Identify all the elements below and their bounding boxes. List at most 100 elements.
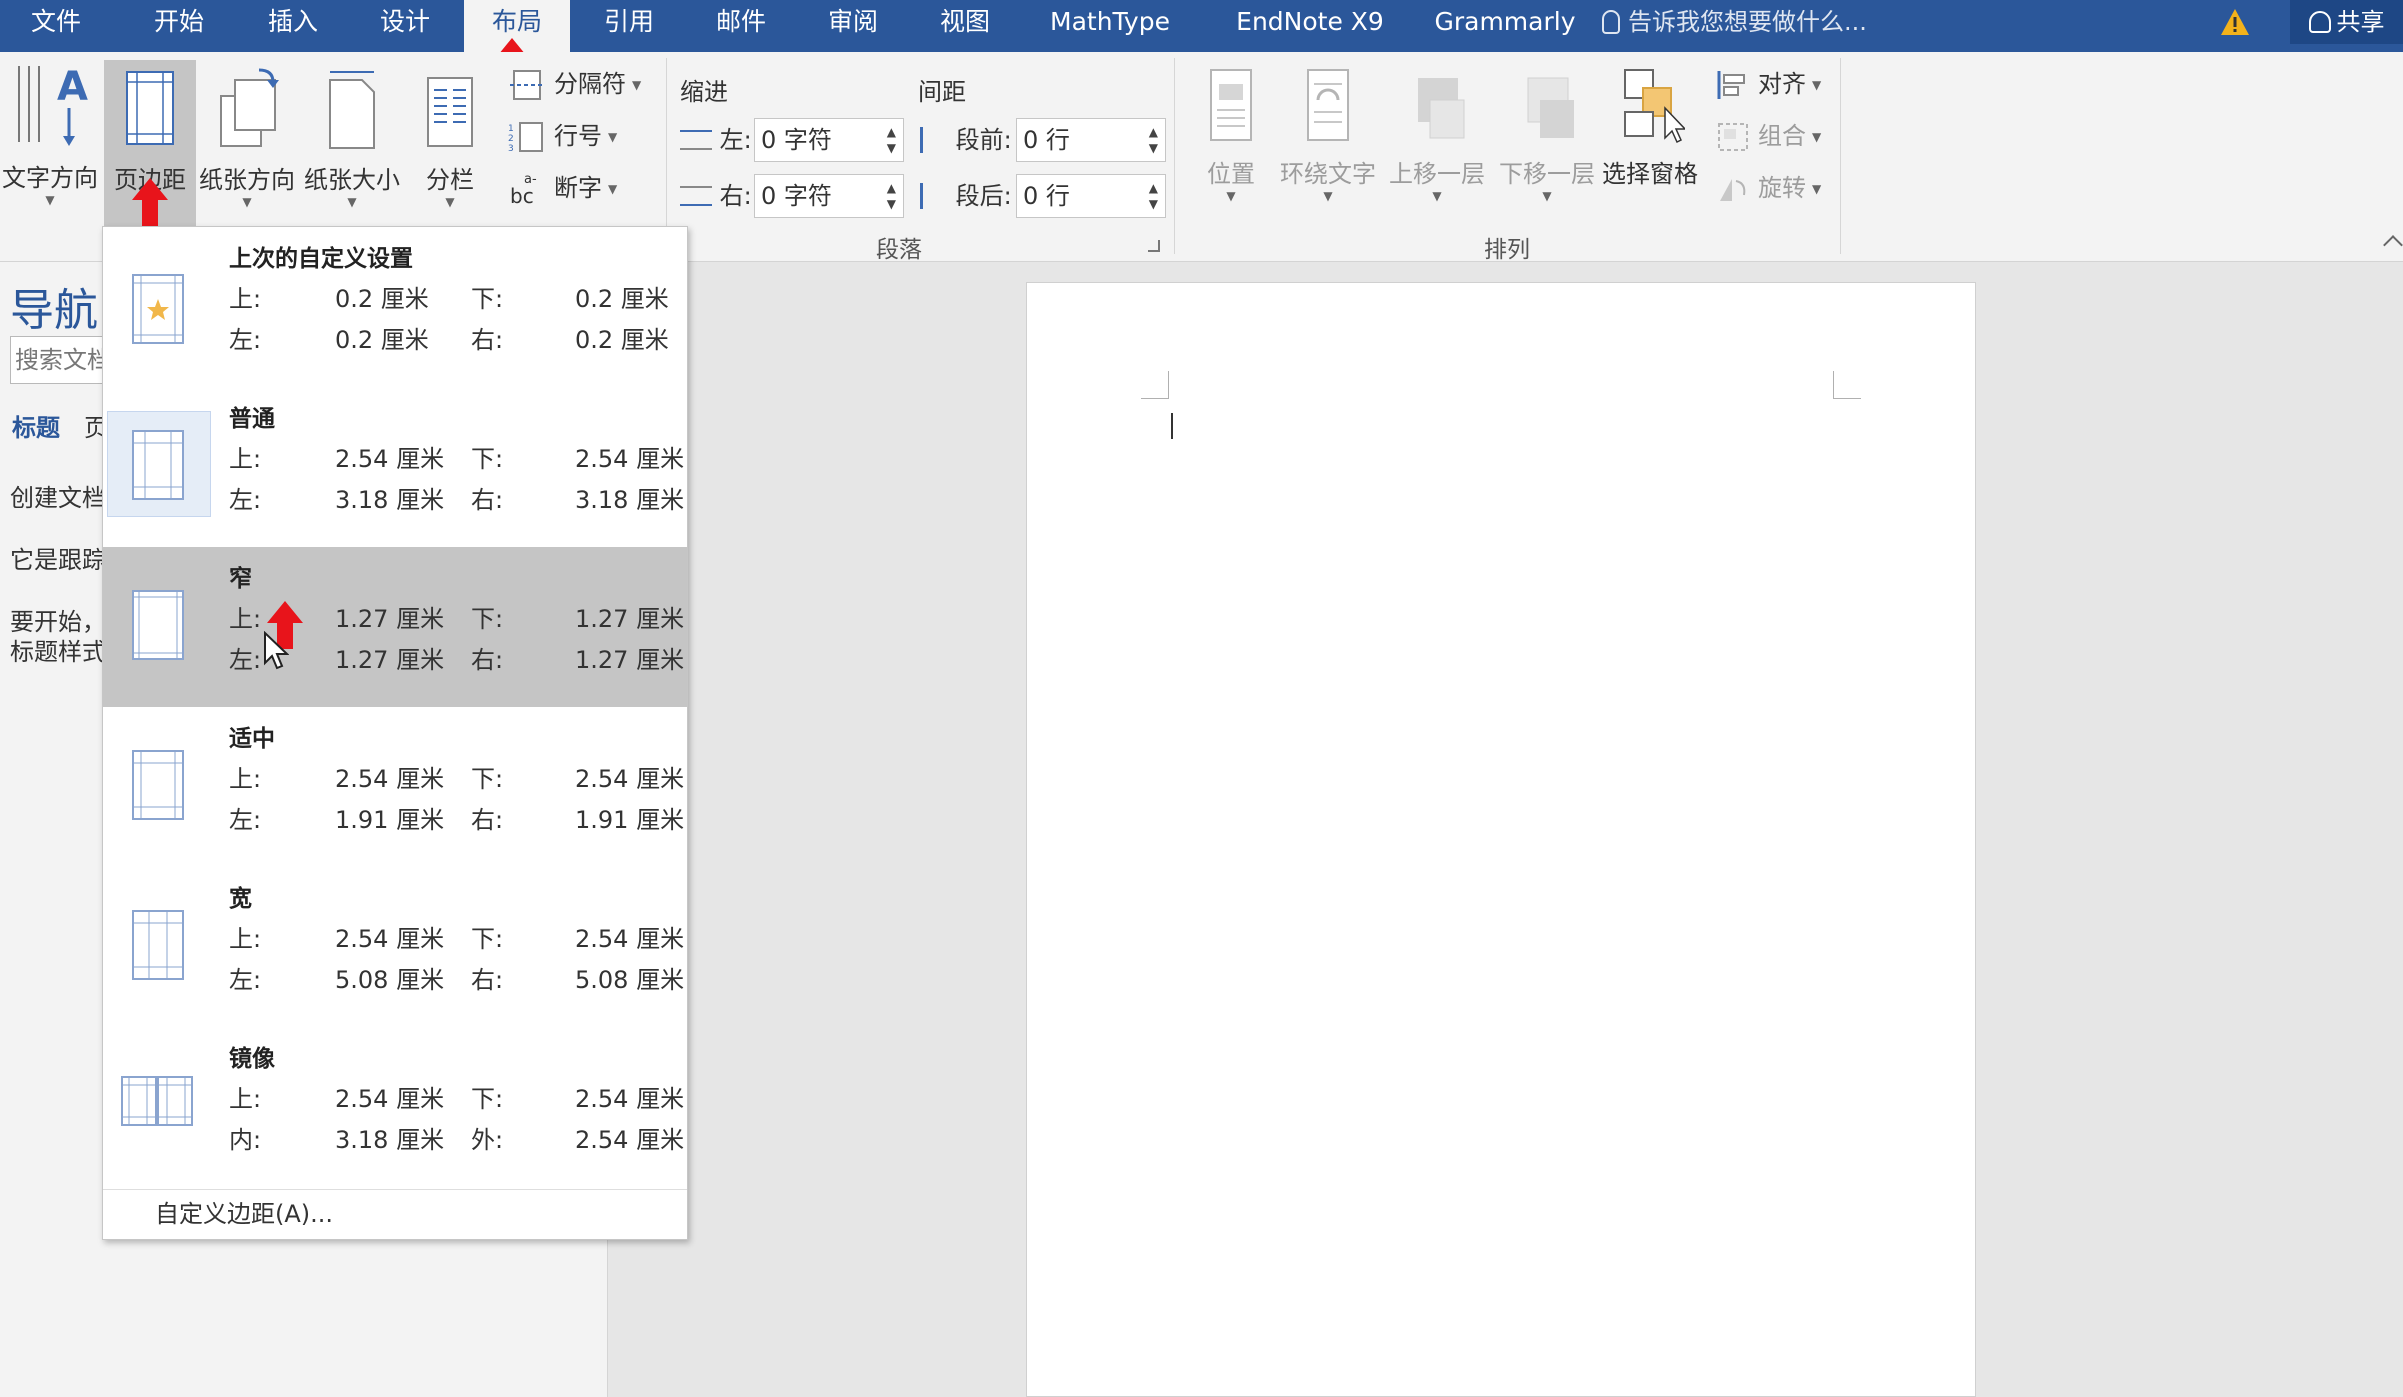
chevron-down-icon: ▼ [445, 195, 455, 209]
indent-left-field[interactable]: 左: 0 字符 ▲ ▼ [680, 118, 904, 162]
page-margins-icon [132, 910, 184, 980]
wrap-text-button[interactable]: 环绕文字 ▼ [1276, 64, 1380, 204]
chevron-down-icon: ▼ [632, 78, 642, 92]
custom-margins-menu-item[interactable]: 自定义边距(A)... [155, 1194, 333, 1229]
send-backward-button[interactable]: 下移一层 ▼ [1494, 64, 1600, 214]
page-break-icon [510, 70, 544, 100]
tab-grammarly[interactable]: Grammarly [1420, 0, 1590, 52]
left-label: 左: [229, 806, 262, 834]
document-page[interactable] [1026, 282, 1976, 1397]
selection-pane-button[interactable]: 选择窗格 [1600, 64, 1700, 204]
size-button[interactable]: 纸张大小 ▼ [300, 60, 404, 209]
line-numbers-icon: 123 [508, 122, 543, 153]
spinner-arrows-icon[interactable]: ▲ ▼ [1149, 180, 1158, 212]
svg-text:3: 3 [508, 144, 514, 153]
rotate-label: 旋转 [1758, 174, 1806, 202]
tab-mathtype[interactable]: MathType [1030, 0, 1190, 52]
align-button[interactable]: 对齐 ▼ [1716, 64, 1821, 104]
position-icon [1210, 69, 1252, 141]
nav-tab-headings[interactable]: 标题 [12, 408, 60, 443]
bottom-value: 2.54 厘米 [575, 1085, 685, 1113]
share-button[interactable]: 共享 [2290, 0, 2403, 44]
outside-value: 2.54 厘米 [575, 1126, 685, 1154]
inside-value: 3.18 厘米 [335, 1126, 445, 1154]
chevron-down-icon: ▼ [1812, 78, 1822, 92]
bottom-value: 2.54 厘米 [575, 765, 685, 793]
text-direction-button[interactable]: A 文字方向 ▼ [0, 56, 100, 207]
collapse-ribbon-icon[interactable] [2383, 235, 2403, 255]
text-cursor [1171, 413, 1173, 439]
top-value: 0.2 厘米 [335, 285, 429, 313]
orientation-button[interactable]: 纸张方向 ▼ [198, 60, 296, 209]
option-name: 普通 [229, 406, 275, 432]
warning-icon[interactable] [2220, 8, 2250, 36]
top-label: 上: [229, 925, 262, 953]
spinner-arrows-icon[interactable]: ▲ ▼ [887, 180, 896, 212]
tab-insert[interactable]: 插入 [240, 0, 346, 52]
spinner-arrows-icon[interactable]: ▲ ▼ [1149, 124, 1158, 156]
spinner-arrows-icon[interactable]: ▲ ▼ [887, 124, 896, 156]
columns-icon [427, 77, 473, 147]
margin-option-wide[interactable]: 宽 上: 2.54 厘米 下: 2.54 厘米 左: 5.08 厘米 右: 5.… [103, 867, 687, 1027]
menu-divider [103, 1189, 687, 1190]
margin-option-mirrored[interactable]: 镜像 上: 2.54 厘米 下: 2.54 厘米 内: 3.18 厘米 外: 2… [103, 1027, 687, 1187]
columns-button[interactable]: 分栏 ▼ [412, 60, 488, 209]
tab-mailings[interactable]: 邮件 [688, 0, 794, 52]
spacing-after-icon [920, 183, 948, 209]
rotate-button[interactable]: 旋转 ▼ [1716, 168, 1821, 208]
left-label: 左: [229, 646, 262, 674]
left-value: 0.2 厘米 [335, 326, 429, 354]
inside-label: 内: [229, 1126, 262, 1154]
tab-view[interactable]: 视图 [912, 0, 1018, 52]
bottom-value: 2.54 厘米 [575, 925, 685, 953]
right-label: 右: [471, 966, 504, 994]
spacing-before-field[interactable]: 段前: 0 行 ▲ ▼ [920, 118, 1166, 162]
tab-review[interactable]: 审阅 [800, 0, 906, 52]
left-label: 左: [229, 966, 262, 994]
right-label: 右: [471, 806, 504, 834]
chevron-down-icon: ▼ [45, 193, 55, 207]
bring-forward-label: 上移一层 [1389, 160, 1485, 188]
paragraph-dialog-launcher-icon[interactable] [1148, 240, 1160, 252]
bottom-label: 下: [471, 925, 504, 953]
indent-right-field[interactable]: 右: 0 字符 ▲ ▼ [680, 174, 904, 218]
tab-home[interactable]: 开始 [126, 0, 232, 52]
margin-option-moderate[interactable]: 适中 上: 2.54 厘米 下: 2.54 厘米 左: 1.91 厘米 右: 1… [103, 707, 687, 867]
rotate-icon [1720, 179, 1746, 201]
indent-left-label: 左: [719, 126, 752, 154]
breaks-button[interactable]: 分隔符 ▼ [508, 64, 641, 104]
spacing-after-field[interactable]: 段后: 0 行 ▲ ▼ [920, 174, 1166, 218]
star-page-icon [132, 274, 184, 344]
chevron-down-icon: ▼ [242, 195, 252, 209]
bring-forward-button[interactable]: 上移一层 ▼ [1384, 64, 1490, 214]
position-button[interactable]: 位置 ▼ [1196, 64, 1266, 204]
tab-file[interactable]: 文件 [0, 0, 112, 52]
tell-me-box[interactable]: 告诉我您想要做什么... [1602, 0, 1867, 44]
indent-right-input[interactable]: 0 字符 [754, 174, 904, 218]
hyphenation-button[interactable]: a-bc 断字 ▼ [508, 168, 617, 208]
tab-endnote[interactable]: EndNote X9 [1210, 0, 1410, 52]
spacing-after-input[interactable]: 0 行 [1016, 174, 1166, 218]
send-backward-label: 下移一层 [1499, 160, 1595, 188]
spacing-before-label: 段前: [955, 126, 1012, 154]
margin-option-normal[interactable]: 普通 上: 2.54 厘米 下: 2.54 厘米 左: 3.18 厘米 右: 3… [103, 387, 687, 547]
top-value: 2.54 厘米 [335, 765, 445, 793]
outside-label: 外: [471, 1126, 504, 1154]
top-value: 2.54 厘米 [335, 1085, 445, 1113]
indent-left-input[interactable]: 0 字符 [754, 118, 904, 162]
margins-dropdown-menu: 上次的自定义设置 上: 0.2 厘米 下: 0.2 厘米 左: 0.2 厘米 右… [102, 226, 688, 1240]
line-numbers-button[interactable]: 1 2 3 行号 ▼ [508, 116, 617, 156]
page-margins-icon [132, 430, 184, 500]
margin-option-last-custom[interactable]: 上次的自定义设置 上: 0.2 厘米 下: 0.2 厘米 左: 0.2 厘米 右… [103, 227, 687, 387]
group-button[interactable]: 组合 ▼ [1716, 116, 1821, 156]
text-direction-icon: A [18, 64, 88, 146]
orientation-icon [220, 68, 279, 147]
left-label: 左: [229, 326, 262, 354]
margin-option-narrow[interactable]: 窄 上: 1.27 厘米 下: 1.27 厘米 左: 1.27 厘米 右: 1.… [103, 547, 687, 707]
align-label: 对齐 [1758, 70, 1806, 98]
spacing-before-input[interactable]: 0 行 [1016, 118, 1166, 162]
tab-design[interactable]: 设计 [352, 0, 458, 52]
chevron-down-icon: ▼ [1542, 189, 1552, 203]
tab-references[interactable]: 引用 [576, 0, 682, 52]
bottom-value: 0.2 厘米 [575, 285, 669, 313]
